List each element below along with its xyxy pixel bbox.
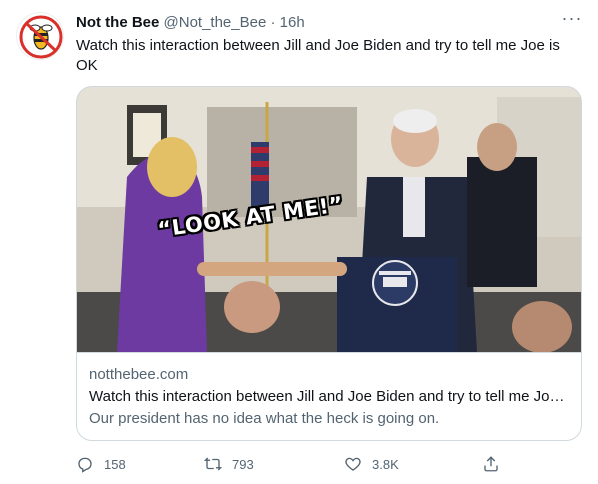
reply-icon <box>78 457 92 473</box>
share-icon <box>484 456 498 472</box>
card-title: Watch this interaction between Jill and … <box>89 388 569 405</box>
tweet-actions: 158 793 3.8K <box>76 452 506 476</box>
avatar[interactable] <box>16 12 64 60</box>
tweet-header: Not the Bee @Not_the_Bee · 16h <box>76 13 582 33</box>
bee-logo-icon <box>19 15 63 59</box>
reply-button[interactable]: 158 <box>76 452 126 476</box>
tweet-time[interactable]: 16h <box>280 14 305 31</box>
like-button[interactable]: 3.8K <box>344 452 399 476</box>
podium-icon <box>337 257 457 352</box>
like-count: 3.8K <box>372 456 399 472</box>
card-domain: notthebee.com <box>89 366 189 383</box>
link-card[interactable]: “LOOK AT ME!” notthebee.com Watch this i… <box>76 86 582 441</box>
tweet-text: Watch this interaction between Jill and … <box>76 37 560 74</box>
reply-count: 158 <box>104 456 126 472</box>
more-options-icon[interactable]: ··· <box>560 9 584 30</box>
card-image[interactable]: “LOOK AT ME!” <box>77 87 581 352</box>
retweet-icon <box>204 457 222 471</box>
author-handle[interactable]: @Not_the_Bee <box>164 14 267 31</box>
retweet-count: 793 <box>232 456 254 472</box>
card-description: Our president has no idea what the heck … <box>89 410 440 427</box>
share-button[interactable] <box>482 452 510 476</box>
separator: · <box>270 14 276 31</box>
author-name[interactable]: Not the Bee <box>76 14 159 31</box>
heart-icon <box>345 457 361 471</box>
retweet-button[interactable]: 793 <box>204 452 254 476</box>
card-info[interactable]: notthebee.com Watch this interaction bet… <box>77 352 581 440</box>
